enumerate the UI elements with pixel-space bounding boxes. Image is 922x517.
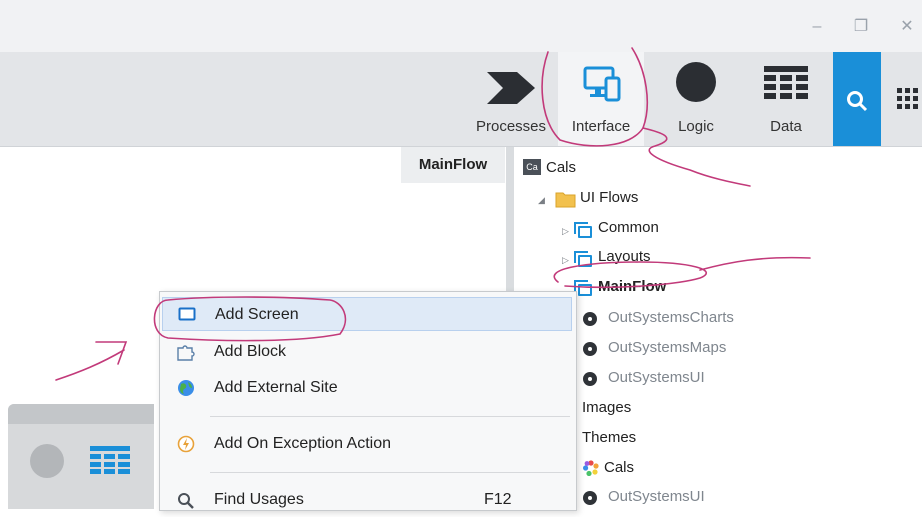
- dependency-module-icon: [583, 491, 597, 505]
- exception-bolt-icon: [177, 435, 195, 453]
- tree-images-folder[interactable]: Images: [582, 399, 631, 416]
- tree-dependency[interactable]: OutSystemsUI: [608, 369, 705, 386]
- tree-theme-item[interactable]: Cals: [604, 459, 634, 476]
- tab-label: Data: [770, 118, 802, 135]
- dependency-module-icon: [583, 342, 597, 356]
- avatar-placeholder-icon: [30, 444, 64, 478]
- search-icon: [847, 91, 868, 112]
- menu-item-shortcut: F12: [484, 491, 512, 508]
- widget-preview: [8, 404, 154, 509]
- tab-interface[interactable]: Interface: [558, 52, 644, 146]
- tab-processes[interactable]: Processes: [470, 52, 552, 146]
- tab-label: Processes: [475, 118, 547, 135]
- title-bar: – ❐ ✕: [0, 0, 922, 52]
- tab-label: Logic: [678, 118, 714, 135]
- tree-ui-flows[interactable]: UI Flows: [580, 189, 638, 206]
- menu-item-add-block[interactable]: Add Block: [162, 335, 572, 369]
- menu-item-label: Find Usages: [214, 491, 304, 508]
- expand-arrow-icon[interactable]: ▷: [562, 226, 569, 237]
- theme-palette-icon: [583, 460, 599, 476]
- screen-icon: [178, 307, 196, 321]
- menu-separator: [210, 416, 570, 417]
- menu-item-add-external-site[interactable]: Add External Site: [162, 371, 572, 405]
- menu-item-label: Add External Site: [214, 379, 338, 396]
- module-badge-icon: Ca: [523, 159, 541, 175]
- flow-icon: [574, 222, 592, 238]
- menu-item-add-screen[interactable]: Add Screen: [162, 297, 572, 331]
- tree-dependency[interactable]: OutSystemsMaps: [608, 339, 726, 356]
- magnifier-icon: [178, 493, 194, 509]
- processes-chevron-icon: [487, 72, 535, 104]
- tab-data[interactable]: Data: [746, 52, 826, 146]
- menu-item-label: Add On Exception Action: [214, 435, 391, 452]
- tree-flow-common[interactable]: Common: [598, 219, 659, 236]
- tree-root-module[interactable]: Cals: [546, 159, 576, 176]
- logic-circle-icon: [676, 62, 716, 102]
- flow-icon: [574, 251, 592, 267]
- folder-icon: [555, 192, 576, 208]
- tree-theme-item[interactable]: OutSystemsUI: [608, 488, 705, 505]
- tree-themes-folder[interactable]: Themes: [582, 429, 636, 446]
- dependency-module-icon: [583, 372, 597, 386]
- dependency-module-icon: [583, 312, 597, 326]
- puzzle-block-icon: [177, 345, 195, 361]
- collapse-arrow-icon[interactable]: ◢: [538, 195, 545, 206]
- search-button[interactable]: [833, 52, 881, 146]
- flow-tab-mainflow[interactable]: MainFlow: [401, 147, 505, 183]
- tab-label: Interface: [571, 118, 631, 135]
- minimize-button[interactable]: –: [806, 16, 828, 38]
- tree-flow-mainflow[interactable]: MainFlow: [598, 278, 666, 295]
- menu-item-label: Add Block: [214, 343, 287, 360]
- interface-devices-icon: [583, 66, 621, 102]
- context-menu: Add Screen Add Block Add External Site A…: [159, 291, 577, 511]
- menu-item-find-usages[interactable]: Find Usages F12: [162, 483, 572, 517]
- tab-logic[interactable]: Logic: [656, 52, 736, 146]
- expand-arrow-icon[interactable]: ▷: [562, 255, 569, 266]
- data-grid-icon: [764, 66, 808, 99]
- menu-separator: [210, 472, 570, 473]
- menu-item-label: Add Screen: [215, 306, 299, 323]
- widget-header: [8, 404, 154, 424]
- flow-icon: [574, 280, 592, 296]
- apps-grid-icon[interactable]: [895, 84, 922, 114]
- restore-button[interactable]: ❐: [850, 16, 872, 38]
- close-button[interactable]: ✕: [896, 16, 918, 38]
- globe-icon: [178, 380, 194, 396]
- tree-flow-layouts[interactable]: Layouts: [598, 248, 651, 265]
- table-grid-icon: [90, 446, 130, 474]
- menu-item-add-on-exception-action[interactable]: Add On Exception Action: [162, 427, 572, 461]
- tree-dependency[interactable]: OutSystemsCharts: [608, 309, 734, 326]
